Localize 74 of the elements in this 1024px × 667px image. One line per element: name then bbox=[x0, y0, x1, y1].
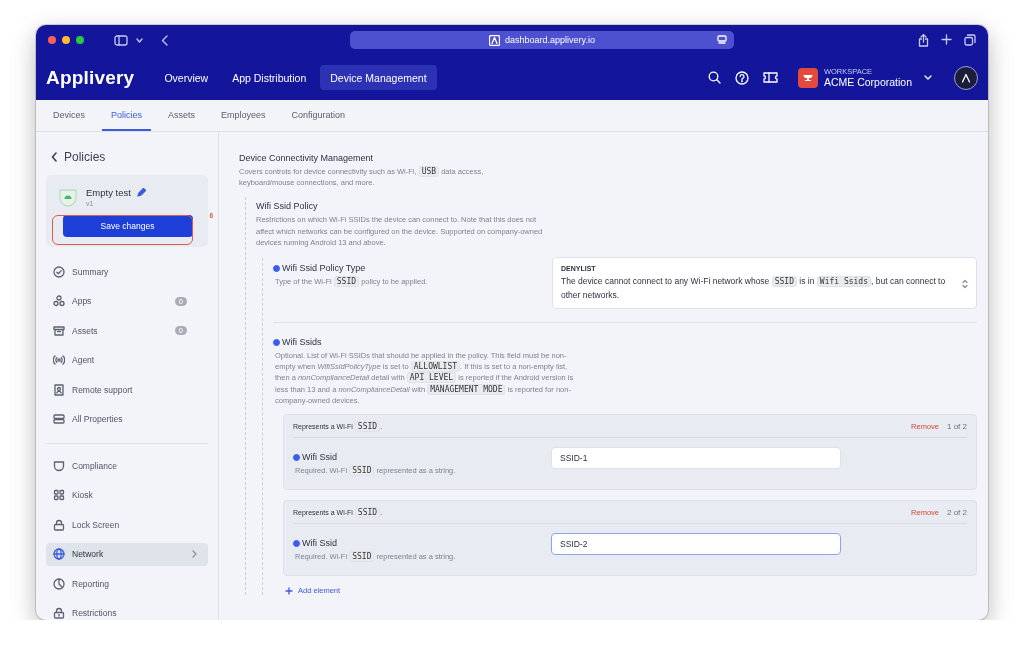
sidebar-item[interactable]: Restrictions bbox=[46, 601, 208, 620]
signal-icon bbox=[53, 354, 65, 366]
tabs-icon[interactable] bbox=[964, 33, 976, 46]
sidebar-item[interactable]: Lock Screen bbox=[46, 513, 208, 536]
field-label: Wifi Ssid bbox=[302, 452, 337, 463]
field-label: Wifi Ssid bbox=[302, 538, 337, 549]
nav-tab[interactable]: Overview bbox=[154, 65, 219, 90]
count-badge: 0 bbox=[174, 296, 187, 306]
tab[interactable]: Configuration bbox=[282, 100, 355, 131]
circles-icon bbox=[53, 295, 65, 307]
android-shield-icon bbox=[59, 187, 77, 207]
chevron-left-icon bbox=[51, 152, 57, 162]
layers-icon bbox=[53, 413, 65, 425]
plus-icon bbox=[285, 586, 293, 595]
sidebar-item[interactable]: Summary bbox=[46, 260, 208, 283]
count-badge: 0 bbox=[174, 326, 187, 335]
sidebar-item[interactable]: Assets 0 bbox=[46, 319, 208, 342]
globe-icon bbox=[53, 548, 65, 560]
archive-icon bbox=[53, 324, 65, 337]
sidebar-item[interactable]: Network bbox=[46, 542, 208, 566]
chevron-down-icon[interactable] bbox=[136, 37, 143, 43]
sidebar-item[interactable]: Apps 0 bbox=[46, 289, 208, 313]
help-icon[interactable] bbox=[734, 70, 749, 85]
address-bar[interactable]: dashboard.applivery.io bbox=[350, 31, 734, 49]
share-icon[interactable] bbox=[918, 33, 929, 47]
tab[interactable]: Devices bbox=[44, 100, 94, 131]
policy-name: Empty test bbox=[86, 187, 131, 198]
input-field[interactable]: SSID-2 bbox=[551, 533, 841, 556]
tab[interactable]: Policies bbox=[102, 100, 152, 131]
back-icon[interactable] bbox=[161, 34, 168, 46]
pencil-icon[interactable] bbox=[136, 188, 146, 197]
item-counter: 1 of 2 bbox=[947, 421, 967, 431]
ticket-icon[interactable] bbox=[762, 72, 778, 83]
sidebar-item[interactable]: Kiosk bbox=[46, 483, 208, 507]
chevron-right-icon bbox=[192, 550, 197, 558]
section-title: Device Connectivity Management bbox=[239, 153, 375, 163]
a-logo-icon bbox=[961, 72, 971, 83]
plus-icon[interactable] bbox=[941, 33, 952, 45]
close-button[interactable] bbox=[48, 36, 56, 44]
url-text: dashboard.applivery.io bbox=[505, 35, 595, 45]
sidebar-item[interactable]: Agent bbox=[46, 348, 208, 372]
updown-icon bbox=[962, 279, 968, 289]
zoom-button[interactable] bbox=[76, 36, 84, 44]
field-label: Wifi Ssid Policy Type bbox=[282, 263, 366, 273]
tab[interactable]: Assets bbox=[159, 100, 205, 131]
site-logo-icon bbox=[489, 34, 501, 46]
save-button[interactable]: Save changes bbox=[62, 215, 193, 237]
sidebar-icon[interactable] bbox=[114, 34, 128, 46]
nav-tab[interactable]: App Distribution bbox=[222, 65, 317, 90]
id-badge-icon bbox=[53, 383, 65, 396]
sidebar-item[interactable]: Remote support bbox=[46, 378, 208, 401]
minimize-button[interactable] bbox=[62, 36, 70, 44]
sidebar-item[interactable]: Compliance bbox=[46, 454, 208, 477]
avatar[interactable] bbox=[954, 65, 978, 90]
item-counter: 2 of 2 bbox=[947, 507, 967, 517]
field-label: Wifi Ssids bbox=[282, 337, 322, 347]
app-logo[interactable]: Applivery bbox=[46, 66, 135, 89]
nav-tab[interactable]: Device Management bbox=[320, 65, 437, 90]
workspace-name[interactable]: ACME Corporation bbox=[823, 76, 912, 88]
reader-icon[interactable] bbox=[717, 35, 727, 45]
anvil-icon bbox=[801, 73, 814, 82]
back-link[interactable]: Policies bbox=[51, 150, 106, 164]
tab[interactable]: Employees bbox=[212, 100, 275, 131]
search-icon[interactable] bbox=[707, 71, 721, 84]
sidebar-item[interactable]: All Properties bbox=[46, 407, 208, 431]
grid-icon bbox=[53, 489, 65, 501]
subsection-title: Wifi Ssid Policy bbox=[256, 201, 319, 212]
sidebar-item[interactable]: Reporting bbox=[46, 572, 208, 595]
shield-icon bbox=[53, 459, 65, 472]
check-circle-icon bbox=[53, 265, 65, 278]
input-field[interactable]: SSID-1 bbox=[551, 447, 841, 470]
pie-chart-icon bbox=[53, 577, 65, 590]
lock-icon bbox=[53, 518, 65, 531]
lock-icon bbox=[53, 607, 65, 619]
